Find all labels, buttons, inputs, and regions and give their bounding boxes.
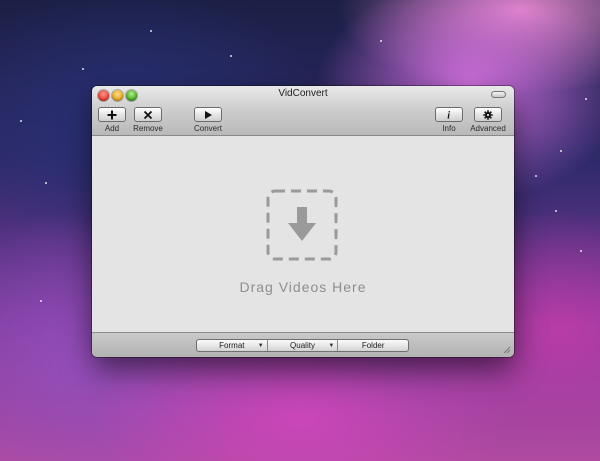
convert-button[interactable] xyxy=(194,107,222,122)
add-button[interactable] xyxy=(98,107,126,122)
star xyxy=(20,120,22,122)
star xyxy=(585,98,587,100)
dropdown-caret-icon: ▼ xyxy=(328,343,335,349)
drop-area[interactable]: Drag Videos Here xyxy=(92,136,514,332)
quality-dropdown[interactable]: Quality ▼ xyxy=(268,340,339,351)
bottom-bar: Format ▼ Quality ▼ Folder xyxy=(92,332,514,357)
remove-button[interactable] xyxy=(134,107,162,122)
star xyxy=(150,30,152,32)
star xyxy=(82,68,84,70)
drop-label: Drag Videos Here xyxy=(239,279,367,295)
remove-label: Remove xyxy=(133,124,163,133)
format-dropdown[interactable]: Format ▼ xyxy=(197,340,268,351)
star xyxy=(580,250,582,252)
advanced-label: Advanced xyxy=(470,124,506,133)
advanced-button[interactable] xyxy=(474,107,502,122)
resize-grip-icon[interactable] xyxy=(502,345,511,354)
format-label: Format xyxy=(219,341,245,350)
quality-label: Quality xyxy=(290,341,315,350)
toolbar-toggle-button[interactable] xyxy=(491,91,506,98)
download-arrow-icon xyxy=(266,189,338,261)
info-icon: i xyxy=(447,110,450,119)
convert-label: Convert xyxy=(193,124,222,133)
options-segmented-control: Format ▼ Quality ▼ Folder xyxy=(196,339,409,352)
info-button[interactable]: i xyxy=(435,107,463,122)
app-window: VidConvert Add Remove Convert i Info Adv… xyxy=(92,86,514,357)
svg-text:i: i xyxy=(447,110,450,119)
close-x-icon xyxy=(143,110,153,119)
folder-label: Folder xyxy=(361,341,385,350)
star xyxy=(560,150,562,152)
plus-icon xyxy=(107,110,117,119)
star xyxy=(40,300,42,302)
star xyxy=(380,40,382,42)
window-title: VidConvert xyxy=(278,88,328,99)
titlebar: VidConvert Add Remove Convert i Info Adv… xyxy=(92,86,514,136)
star xyxy=(555,210,557,212)
star xyxy=(45,182,47,184)
dropdown-caret-icon: ▼ xyxy=(257,343,264,349)
gear-icon xyxy=(483,109,493,120)
play-icon xyxy=(205,110,212,119)
star xyxy=(535,175,537,177)
folder-button[interactable]: Folder xyxy=(338,340,408,351)
star xyxy=(230,55,232,57)
